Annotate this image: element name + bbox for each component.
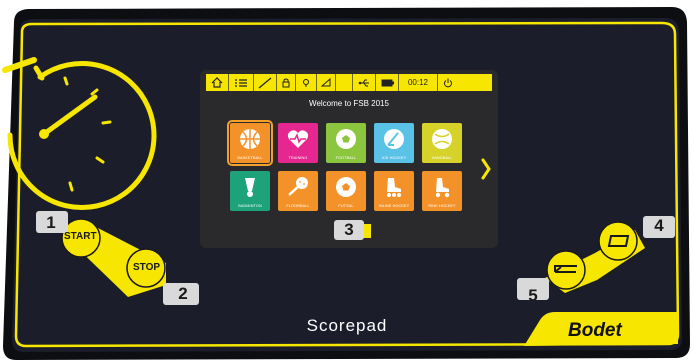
sport-tile-label: FLOORBALL [286,204,310,208]
battery-icon [376,74,399,91]
sport-tile-label: BADMINTON [238,204,262,208]
next-page-arrow-icon[interactable] [481,158,491,180]
sport-tile-floorball[interactable]: FLOORBALL [278,171,318,211]
callout-3: 3 [334,220,364,240]
sport-tile-training[interactable]: TRAINING [278,123,318,163]
sport-tile-football[interactable]: FOOTBALL [326,123,366,163]
lock-icon [277,74,296,91]
handball-icon [432,129,452,149]
sport-tile-handball[interactable]: HANDBALL [422,123,462,163]
status-bar: 00:12 [206,74,492,91]
usb-icon [353,74,376,91]
inline-skate-icon [387,178,401,197]
stop-button[interactable]: STOP [133,262,160,273]
signal-strength-icon [317,74,336,91]
sport-tile-label: FUTSAL [338,204,354,208]
sport-tile-futsal[interactable]: FUTSAL [326,171,366,211]
basketball-icon [240,129,260,149]
sport-tile-inline-hockey[interactable]: INLINE HOCKEY [374,171,414,211]
callout-2: 2 [178,284,188,303]
callout-5: 5 [528,286,538,305]
signal-slash-icon [254,74,277,91]
sport-tile-basketball[interactable]: BASKETBALL [227,120,273,166]
callout-1: 1 [46,213,56,232]
sport-tile-badminton[interactable]: BADMINTON [230,171,270,211]
floorball-icon [288,177,308,196]
welcome-title: Welcome to FSB 2015 [309,99,389,108]
ice-hockey-icon [384,129,404,149]
sport-tile-label: BASKETBALL [237,156,263,160]
sport-tile-label: INLINE HOCKEY [378,204,410,208]
football-icon [336,129,356,149]
sport-tile-ice-hockey[interactable]: ICE HOCKEY [374,123,414,163]
sport-tile-label: FOOTBALL [335,156,357,160]
shuttlecock-icon [245,178,255,197]
sport-tile-label: HANDBALL [431,156,453,160]
sport-tile-label: ICE HOCKEY [381,156,407,160]
status-spacer [336,74,353,91]
home-icon[interactable] [206,74,229,91]
power-icon[interactable] [438,74,458,91]
light-bulb-icon [296,74,317,91]
roller-skate-icon [435,178,450,198]
heart-pulse-icon [287,130,309,148]
brand-logo: Bodet [568,320,622,341]
start-button[interactable]: START [64,231,97,242]
sport-tile-label: RINK HOCKEY [428,204,456,208]
sport-tile-label: TRAINING [288,156,308,160]
menu-list-icon[interactable] [229,74,254,91]
status-time: 00:12 [399,74,438,91]
sport-tile-rink-hockey[interactable]: RINK HOCKEY [422,171,462,211]
futsal-icon [336,177,356,197]
callout-4: 4 [654,216,664,235]
